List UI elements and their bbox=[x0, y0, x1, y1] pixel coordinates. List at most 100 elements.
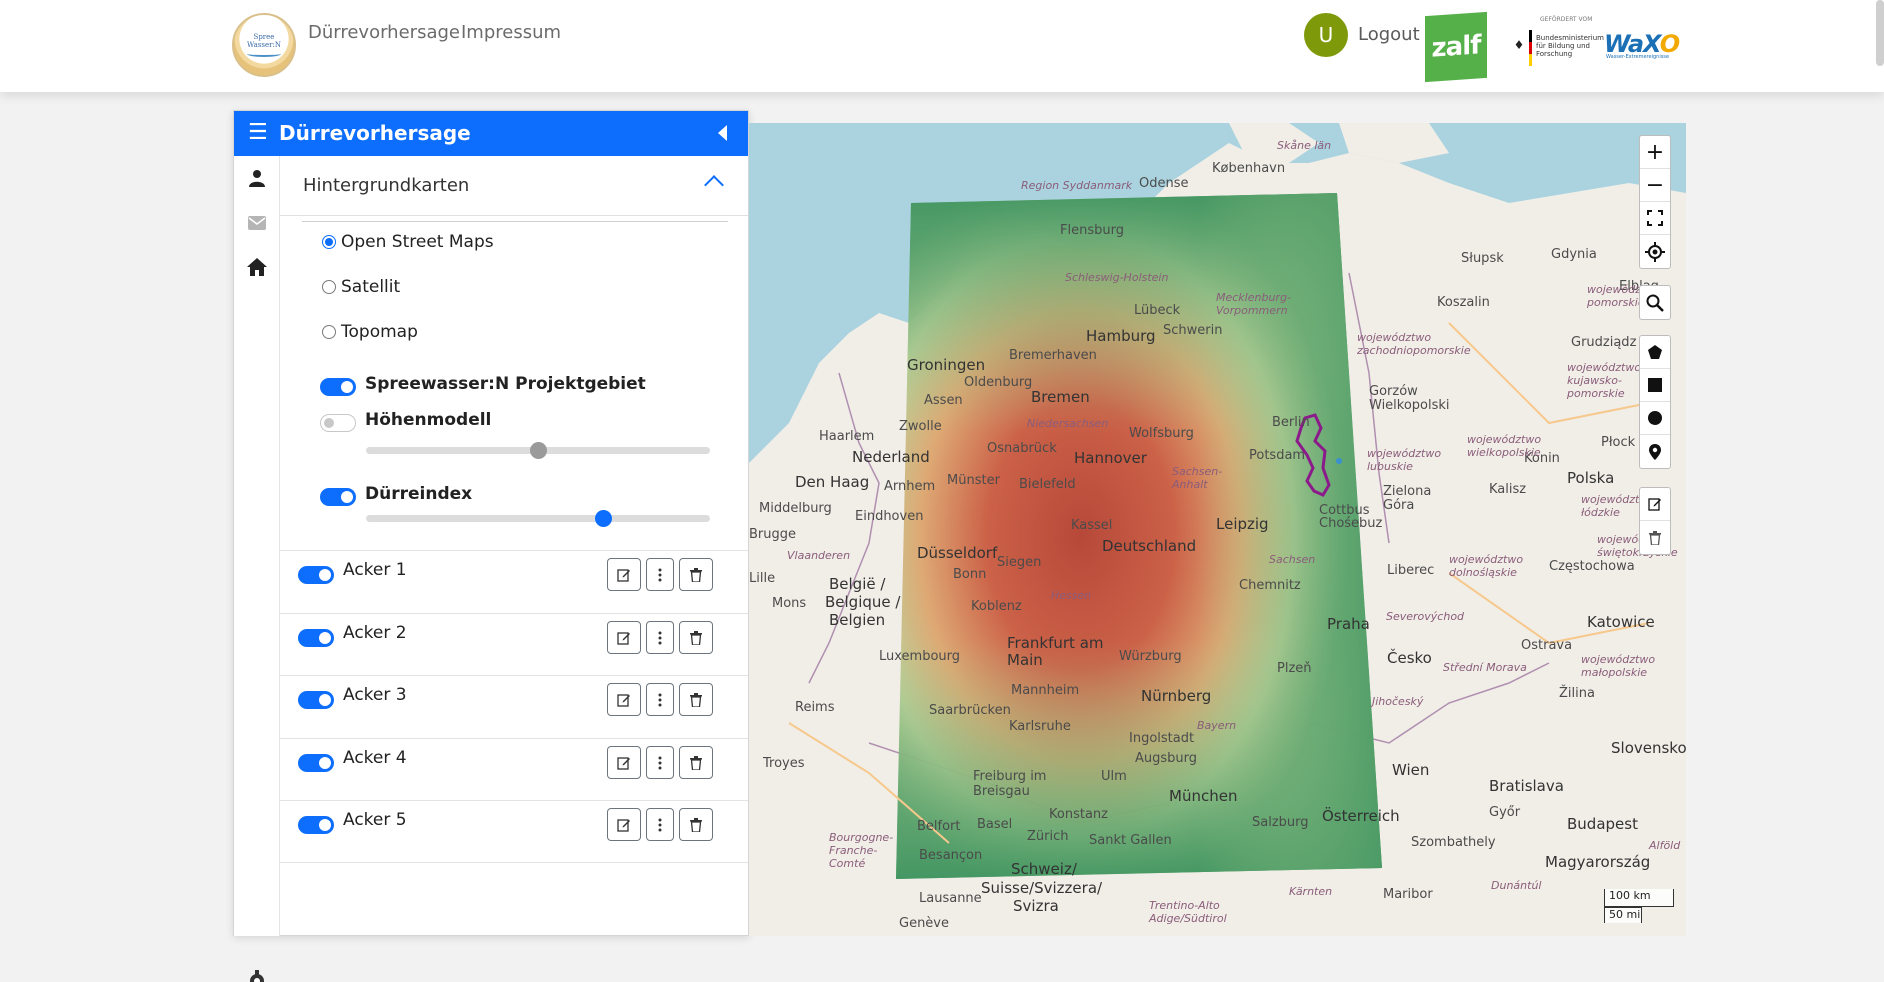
draw-circle-button[interactable] bbox=[1640, 402, 1670, 435]
edit-layers-button[interactable] bbox=[1640, 488, 1670, 521]
map-label: Luxembourg bbox=[879, 649, 961, 664]
delete-button[interactable] bbox=[679, 746, 713, 779]
bmbf-caption: GEFÖRDERT VOM bbox=[1540, 16, 1593, 23]
panel-icon-rail bbox=[234, 156, 280, 982]
toggle-hoehenmodell[interactable] bbox=[320, 414, 356, 432]
map-label: Augsburg bbox=[1135, 751, 1198, 766]
edit-button[interactable] bbox=[607, 746, 641, 779]
nav-link-impressum[interactable]: Impressum bbox=[461, 22, 561, 43]
map-label: Chemnitz bbox=[1239, 578, 1301, 593]
edit-button[interactable] bbox=[607, 621, 641, 654]
radio-button[interactable] bbox=[322, 280, 336, 294]
edit-button[interactable] bbox=[607, 558, 641, 591]
radio-open-street-maps[interactable]: Open Street Maps bbox=[322, 230, 494, 254]
nav-link-duerrevorhersage[interactable]: Dürrevorhersage bbox=[308, 22, 460, 43]
slider-handle[interactable] bbox=[595, 510, 613, 527]
delete-layers-button[interactable] bbox=[1640, 521, 1670, 554]
window-scrollbar[interactable] bbox=[1876, 0, 1884, 66]
envelope-icon[interactable] bbox=[246, 212, 268, 234]
map-label: Severovýchod bbox=[1386, 610, 1465, 623]
map-label: Alföld bbox=[1649, 839, 1681, 852]
field-name: Acker 4 bbox=[343, 748, 407, 768]
map-label: Bayern bbox=[1197, 719, 1237, 732]
map-label: Płock bbox=[1601, 435, 1636, 450]
map-edit-controls bbox=[1639, 487, 1671, 555]
layer-label-duerreindex: Dürreindex bbox=[365, 484, 473, 504]
slider-handle[interactable] bbox=[530, 442, 547, 459]
eagle-icon: ♦ bbox=[1513, 38, 1525, 52]
chevron-up-icon[interactable] bbox=[704, 175, 724, 195]
map-label: Plzeň bbox=[1277, 661, 1312, 676]
scale-mi: 50 mi bbox=[1604, 907, 1642, 923]
map-label: Svizra bbox=[1013, 897, 1059, 915]
radio-topomap[interactable]: Topomap bbox=[322, 320, 418, 344]
fullscreen-button[interactable] bbox=[1640, 202, 1670, 235]
delete-button[interactable] bbox=[679, 621, 713, 654]
map-label: Bremerhaven bbox=[1009, 348, 1097, 363]
radio-button[interactable] bbox=[322, 325, 336, 339]
radio-satellit[interactable]: Satellit bbox=[322, 275, 400, 299]
gear-icon[interactable] bbox=[246, 970, 268, 982]
more-options-button[interactable] bbox=[646, 683, 674, 716]
map-label: Suisse/Svizzera/ bbox=[981, 879, 1103, 897]
opacity-slider-duerreindex[interactable] bbox=[366, 510, 710, 527]
toggle-duerreindex[interactable] bbox=[320, 488, 356, 506]
draw-polygon-button[interactable] bbox=[1640, 336, 1670, 369]
delete-button[interactable] bbox=[679, 558, 713, 591]
map-label: Osnabrück bbox=[987, 441, 1057, 456]
toggle-projektgebiet[interactable] bbox=[320, 378, 356, 396]
map-label: Kassel bbox=[1071, 518, 1113, 533]
zoom-in-button[interactable]: + bbox=[1640, 136, 1670, 169]
more-options-button[interactable] bbox=[646, 621, 674, 654]
more-options-button[interactable] bbox=[646, 558, 674, 591]
toggle-acker[interactable] bbox=[298, 566, 334, 584]
collapse-panel-icon[interactable] bbox=[718, 125, 727, 141]
draw-marker-button[interactable] bbox=[1640, 435, 1670, 468]
delete-button[interactable] bbox=[679, 683, 713, 716]
spreewasser-logo[interactable]: Spree Wasser:N bbox=[232, 13, 296, 77]
field-name: Acker 2 bbox=[343, 623, 407, 643]
map-label: Gdynia bbox=[1551, 247, 1597, 262]
edit-button[interactable] bbox=[607, 683, 641, 716]
accordion-hintergrundkarten[interactable]: Hintergrundkarten bbox=[280, 156, 748, 216]
edit-button[interactable] bbox=[607, 808, 641, 841]
field-row-acker-5: Acker 5 bbox=[280, 800, 748, 863]
toggle-acker[interactable] bbox=[298, 691, 334, 709]
edit-icon bbox=[1648, 498, 1661, 511]
map-label: Schleswig-Holstein bbox=[1065, 271, 1169, 284]
toggle-acker[interactable] bbox=[298, 754, 334, 772]
user-avatar[interactable]: U bbox=[1304, 13, 1348, 57]
toggle-acker[interactable] bbox=[298, 629, 334, 647]
map-label: Hessen bbox=[1051, 589, 1092, 602]
map-label: Genève bbox=[899, 916, 950, 931]
hamburger-menu-icon[interactable]: ☰ bbox=[248, 120, 268, 146]
radio-button[interactable] bbox=[322, 235, 336, 249]
map-label: Česko bbox=[1387, 649, 1432, 667]
map-label: Nürnberg bbox=[1141, 687, 1212, 705]
map-label: Kärnten bbox=[1289, 885, 1333, 898]
map-label: Belgique / bbox=[825, 593, 901, 611]
search-button[interactable] bbox=[1640, 286, 1670, 319]
map-label: Odense bbox=[1139, 176, 1189, 191]
map-scale-bar: 100 km 50 mi bbox=[1604, 889, 1674, 923]
home-icon[interactable] bbox=[246, 256, 268, 278]
toggle-acker[interactable] bbox=[298, 816, 334, 834]
map-label: Střední Morava bbox=[1443, 661, 1527, 674]
user-icon[interactable] bbox=[246, 167, 268, 189]
locate-button[interactable] bbox=[1640, 235, 1670, 268]
map-label: Lübeck bbox=[1134, 303, 1181, 318]
field-row-acker-2: Acker 2 bbox=[280, 613, 748, 676]
zoom-out-button[interactable]: − bbox=[1640, 169, 1670, 202]
map-view[interactable]: København Odense Skåne län Region Syddan… bbox=[749, 123, 1686, 936]
map-label: Katowice bbox=[1587, 613, 1655, 631]
logout-link[interactable]: Logout bbox=[1358, 24, 1420, 45]
more-options-button[interactable] bbox=[646, 746, 674, 779]
opacity-slider-hoehenmodell[interactable] bbox=[366, 442, 710, 459]
map-label: Zielona Góra bbox=[1383, 484, 1432, 513]
map-label: Maribor bbox=[1383, 887, 1433, 902]
draw-rectangle-button[interactable] bbox=[1640, 369, 1670, 402]
panel-header: ☰ Dürrevorhersage bbox=[234, 111, 748, 156]
delete-button[interactable] bbox=[679, 808, 713, 841]
map-pin-icon bbox=[1649, 443, 1661, 460]
more-options-button[interactable] bbox=[646, 808, 674, 841]
